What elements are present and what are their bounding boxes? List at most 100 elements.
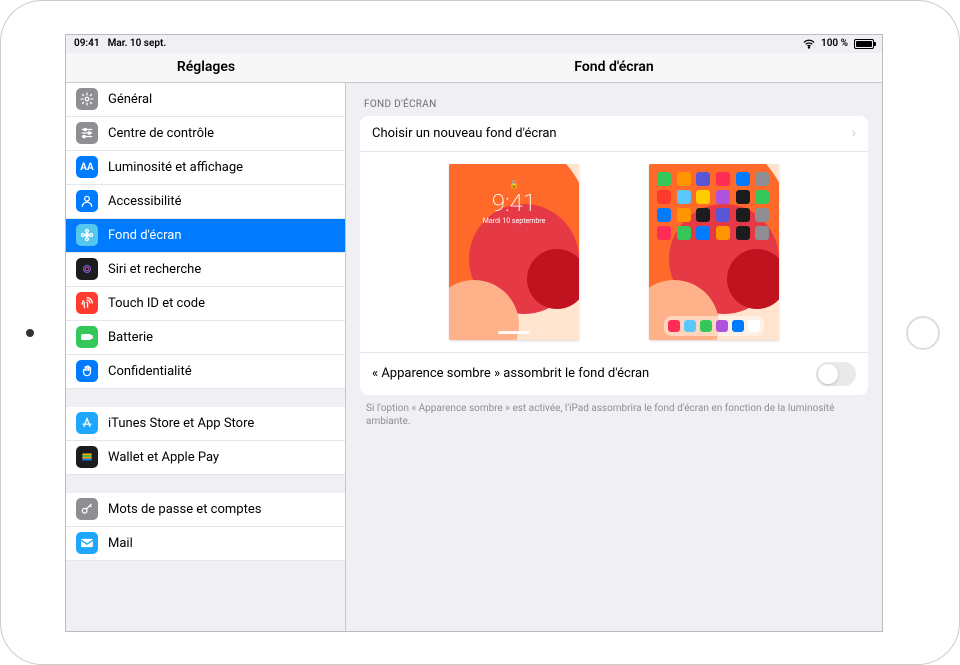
app-icon <box>696 226 710 240</box>
status-time: 09:41 <box>74 38 100 49</box>
home-screen-preview[interactable] <box>649 164 779 340</box>
dark-appearance-toggle[interactable] <box>816 362 856 386</box>
sidebar-item-accessibility[interactable]: Accessibilité <box>66 185 345 219</box>
battery-percent: 100 % <box>821 38 848 49</box>
chevron-right-icon: › <box>852 125 856 141</box>
app-icon <box>716 208 730 222</box>
home-button[interactable] <box>906 316 940 350</box>
app-icon <box>657 190 671 204</box>
dock <box>664 316 764 336</box>
dock-app-icon <box>684 320 696 332</box>
home-app-grid <box>657 172 771 240</box>
main-title: Fond d'écran <box>346 53 882 83</box>
lock-screen-overlay: 🔒 9:41 Mardi 10 septembre <box>449 180 579 225</box>
app-icon <box>657 208 671 222</box>
app-icon <box>736 208 750 222</box>
sidebar-item-label: Accessibilité <box>108 194 182 209</box>
sidebar-item-display[interactable]: AA Luminosité et affichage <box>66 151 345 185</box>
dark-appearance-cell: « Apparence sombre » assombrit le fond d… <box>360 353 868 395</box>
dark-appearance-label: « Apparence sombre » assombrit le fond d… <box>372 366 649 381</box>
headers-row: Réglages Fond d'écran <box>66 53 882 83</box>
siri-icon <box>76 258 98 280</box>
dock-app-icon <box>700 320 712 332</box>
app-icon <box>755 190 769 204</box>
sidebar-item-wallet[interactable]: Wallet et Apple Pay <box>66 441 345 475</box>
dock-app-icon <box>716 320 728 332</box>
app-icon <box>657 172 671 186</box>
sidebar-item-label: Confidentialité <box>108 364 192 379</box>
group-spacer <box>66 475 345 493</box>
sidebar-item-label: Batterie <box>108 330 153 345</box>
person-icon <box>76 190 98 212</box>
key-icon <box>76 498 98 520</box>
battery-icon <box>854 39 874 49</box>
sidebar-item-label: Centre de contrôle <box>108 126 214 141</box>
lock-icon: 🔒 <box>449 180 579 189</box>
sidebar-item-battery[interactable]: Batterie <box>66 321 345 355</box>
wallpaper-previews: 🔒 9:41 Mardi 10 septembre <box>360 152 868 353</box>
app-icon <box>696 190 710 204</box>
sidebar-item-siri[interactable]: Siri et recherche <box>66 253 345 287</box>
app-icon <box>755 172 769 186</box>
main-pane: FOND D'ÉCRAN Choisir un nouveau fond d'é… <box>346 83 882 631</box>
screen: 09:41 Mar. 10 sept. 100 % Réglages Fond … <box>65 34 883 632</box>
lock-date: Mardi 10 septembre <box>449 217 579 225</box>
sidebar-item-label: Luminosité et affichage <box>108 160 243 175</box>
battery-icon <box>76 326 98 348</box>
app-icon <box>736 172 750 186</box>
sidebar-item-wallpaper[interactable]: Fond d'écran <box>66 219 345 253</box>
sidebar-item-label: Fond d'écran <box>108 228 182 243</box>
wallpaper-group: Choisir un nouveau fond d'écran › 🔒 <box>360 116 868 395</box>
wallet-icon <box>76 446 98 468</box>
sidebar-item-privacy[interactable]: Confidentialité <box>66 355 345 389</box>
app-icon <box>755 226 769 240</box>
app-icon <box>677 172 691 186</box>
lock-home-indicator <box>449 331 579 334</box>
dock-app-icon <box>732 320 744 332</box>
sidebar-item-label: iTunes Store et App Store <box>108 416 254 431</box>
sidebar-title: Réglages <box>66 53 346 83</box>
lock-time: 9:41 <box>449 191 579 215</box>
camera-dot <box>26 329 34 337</box>
ipad-frame: 09:41 Mar. 10 sept. 100 % Réglages Fond … <box>0 0 960 665</box>
sidebar-item-itunes[interactable]: iTunes Store et App Store <box>66 407 345 441</box>
sidebar-item-control-center[interactable]: Centre de contrôle <box>66 117 345 151</box>
sidebar-item-label: Mail <box>108 536 133 551</box>
status-bar: 09:41 Mar. 10 sept. 100 % <box>66 35 882 53</box>
dock-app-icon <box>668 320 680 332</box>
lock-screen-preview[interactable]: 🔒 9:41 Mardi 10 septembre <box>449 164 579 340</box>
sidebar-item-general[interactable]: Général <box>66 83 345 117</box>
app-icon <box>755 208 769 222</box>
flower-icon <box>76 224 98 246</box>
mail-icon <box>76 532 98 554</box>
sidebar-item-label: Wallet et Apple Pay <box>108 450 219 465</box>
app-icon <box>716 190 730 204</box>
app-icon <box>736 226 750 240</box>
app-icon <box>696 208 710 222</box>
sidebar-item-label: Mots de passe et comptes <box>108 502 261 517</box>
section-header: FOND D'ÉCRAN <box>360 83 868 116</box>
dock-app-icon <box>748 320 760 332</box>
wifi-icon <box>803 38 815 50</box>
settings-sidebar[interactable]: Général Centre de contrôle AA Luminosité et… <box>66 83 346 631</box>
group-spacer <box>66 389 345 407</box>
sidebar-item-passwords[interactable]: Mots de passe et comptes <box>66 493 345 527</box>
status-date: Mar. 10 sept. <box>108 38 167 49</box>
choose-wallpaper-cell[interactable]: Choisir un nouveau fond d'écran › <box>360 116 868 152</box>
app-icon <box>677 190 691 204</box>
app-icon <box>696 172 710 186</box>
hand-icon <box>76 360 98 382</box>
dark-appearance-footnote: Si l'option « Apparence sombre » est act… <box>360 395 868 429</box>
app-icon <box>736 190 750 204</box>
sidebar-item-label: Siri et recherche <box>108 262 201 277</box>
sidebar-item-touchid[interactable]: Touch ID et code <box>66 287 345 321</box>
sidebar-item-mail[interactable]: Mail <box>66 527 345 561</box>
sidebar-item-label: Touch ID et code <box>108 296 205 311</box>
app-icon <box>716 226 730 240</box>
app-icon <box>677 226 691 240</box>
AA-icon: AA <box>76 156 98 178</box>
app-icon <box>657 226 671 240</box>
choose-wallpaper-label: Choisir un nouveau fond d'écran <box>372 126 557 141</box>
appstore-icon <box>76 412 98 434</box>
app-icon <box>677 208 691 222</box>
